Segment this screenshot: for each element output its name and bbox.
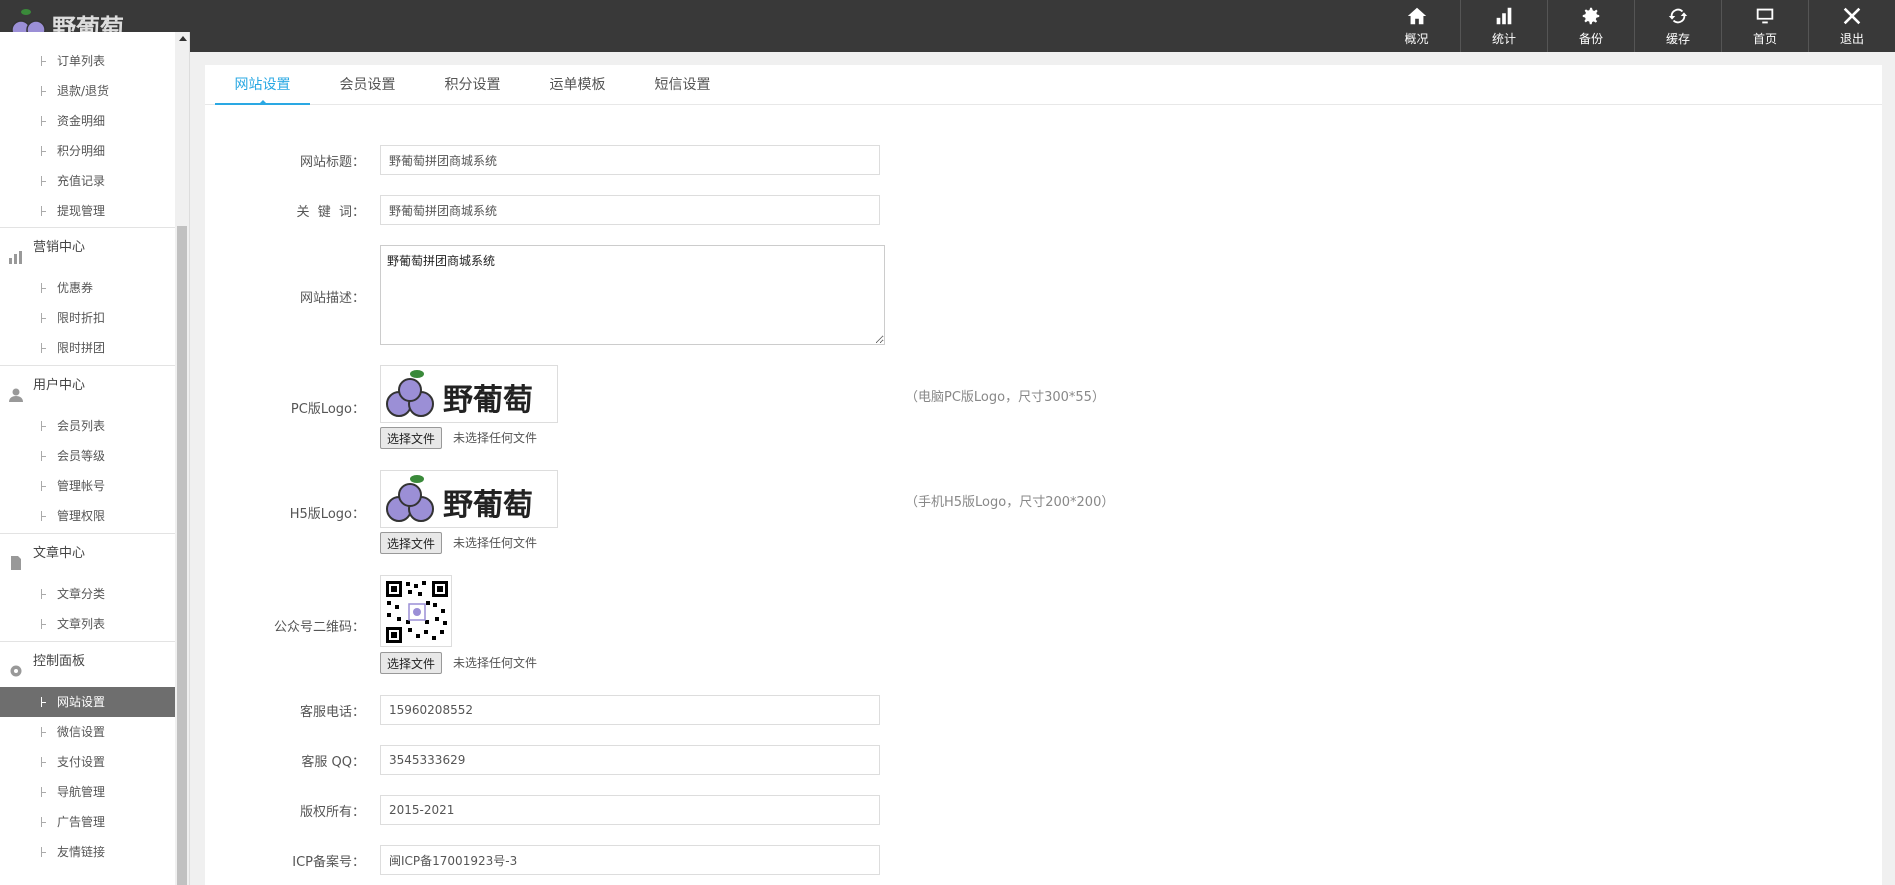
- pc-logo-hint: （电脑PC版Logo，尺寸300*55）: [905, 390, 1105, 405]
- sidebar-item-friend-links[interactable]: 友情链接: [0, 837, 175, 867]
- refresh-icon: [1668, 8, 1688, 24]
- gear-icon: [8, 655, 24, 677]
- copyright-input[interactable]: [380, 795, 880, 825]
- sidebar-item-recharge[interactable]: 充值记录: [0, 166, 175, 196]
- sidebar-item-article-list[interactable]: 文章列表: [0, 609, 175, 639]
- nav-homepage-button[interactable]: 首页: [1721, 0, 1808, 52]
- h5-logo-file-button[interactable]: 选择文件: [380, 532, 443, 554]
- sidebar-item-admin-accounts[interactable]: 管理帐号: [0, 471, 175, 501]
- qrcode-label: 公众号二维码：: [273, 620, 365, 635]
- tab-site-settings[interactable]: 网站设置: [215, 65, 310, 105]
- description-textarea[interactable]: 野葡萄拼团商城系统: [380, 245, 885, 345]
- sidebar-item-withdraw[interactable]: 提现管理: [0, 196, 175, 226]
- scroll-up-arrow-icon[interactable]: [179, 36, 187, 41]
- nav-backup-button[interactable]: 备份: [1547, 0, 1634, 52]
- service-phone-input[interactable]: [380, 695, 880, 725]
- service-qq-label: 客服 QQ：: [301, 755, 365, 770]
- nav-stats-button[interactable]: 统计: [1460, 0, 1547, 52]
- sidebar-item-permissions[interactable]: 管理权限: [0, 501, 175, 531]
- pc-logo-preview: 野葡萄: [380, 365, 558, 423]
- nav-cache-label: 缓存: [1665, 32, 1690, 46]
- sidebar-item-payment-settings[interactable]: 支付设置: [0, 747, 175, 777]
- sidebar-item-refund[interactable]: 退款/退货: [0, 76, 175, 106]
- tab-waybill-template[interactable]: 运单模板: [530, 65, 625, 105]
- main-panel: 网站设置 会员设置 积分设置 运单模板 短信设置 网站标题： 关 键 词： 网站…: [205, 65, 1882, 885]
- sidebar-item-site-settings[interactable]: 网站设置: [0, 687, 175, 717]
- nav-homepage-label: 首页: [1752, 32, 1777, 46]
- site-title-input[interactable]: [380, 145, 880, 175]
- sidebar-item-group-buy[interactable]: 限时拼团: [0, 333, 175, 363]
- bar-chart-icon: [1496, 7, 1512, 25]
- icp-label: ICP备案号：: [292, 855, 365, 870]
- nav-logout-label: 退出: [1839, 32, 1864, 46]
- sidebar-group-articles[interactable]: 文章中心: [0, 533, 175, 573]
- close-icon: [1843, 7, 1861, 25]
- keywords-input[interactable]: [380, 195, 880, 225]
- sidebar-item-wechat-settings[interactable]: 微信设置: [0, 717, 175, 747]
- nav-logout-button[interactable]: 退出: [1808, 0, 1895, 52]
- copyright-label: 版权所有：: [299, 805, 365, 820]
- service-phone-label: 客服电话：: [299, 705, 365, 720]
- h5-logo-file-status: 未选择任何文件: [453, 536, 538, 550]
- user-icon: [8, 379, 24, 402]
- document-icon: [8, 547, 24, 570]
- sidebar-item-member-level[interactable]: 会员等级: [0, 441, 175, 471]
- sidebar-item-member-list[interactable]: 会员列表: [0, 411, 175, 441]
- icp-input[interactable]: [380, 845, 880, 875]
- qrcode-preview: [380, 575, 452, 647]
- qrcode-file-status: 未选择任何文件: [453, 656, 538, 670]
- service-qq-input[interactable]: [380, 745, 880, 775]
- sidebar-item-order-list[interactable]: 订单列表: [0, 46, 175, 76]
- description-label: 网站描述：: [299, 291, 365, 306]
- chart-icon: [8, 241, 24, 264]
- sidebar-group-marketing[interactable]: 营销中心: [0, 227, 175, 267]
- h5-logo-preview: 野葡萄: [380, 470, 558, 528]
- svg-text:野葡萄: 野葡萄: [443, 488, 533, 523]
- monitor-icon: [1756, 8, 1774, 24]
- sidebar-item-ads[interactable]: 广告管理: [0, 807, 175, 837]
- scrollbar-thumb[interactable]: [177, 226, 187, 885]
- nav-cache-button[interactable]: 缓存: [1634, 0, 1721, 52]
- tab-points-settings[interactable]: 积分设置: [425, 65, 520, 105]
- qrcode-file-button[interactable]: 选择文件: [380, 652, 443, 674]
- settings-tabs: 网站设置 会员设置 积分设置 运单模板 短信设置: [205, 65, 1882, 105]
- sidebar-item-coupons[interactable]: 优惠券: [0, 273, 175, 303]
- sidebar-group-users[interactable]: 用户中心: [0, 365, 175, 405]
- top-nav: 概况 统计 备份 缓存 首页 退出: [1373, 0, 1895, 52]
- pc-logo-label: PC版Logo：: [290, 402, 365, 417]
- sidebar-group-control-panel[interactable]: 控制面板: [0, 641, 175, 681]
- sidebar-scrollbar[interactable]: [175, 32, 189, 885]
- tab-member-settings[interactable]: 会员设置: [320, 65, 415, 105]
- sidebar-item-navigation[interactable]: 导航管理: [0, 777, 175, 807]
- nav-overview-label: 概况: [1404, 32, 1429, 46]
- sidebar-item-article-category[interactable]: 文章分类: [0, 579, 175, 609]
- sidebar-group-label: 文章中心: [33, 546, 86, 561]
- tab-sms-settings[interactable]: 短信设置: [635, 65, 730, 105]
- h5-logo-hint: （手机H5版Logo，尺寸200*200）: [905, 495, 1115, 510]
- sidebar-group-label: 控制面板: [33, 654, 86, 669]
- nav-backup-label: 备份: [1578, 32, 1603, 46]
- pc-logo-file-button[interactable]: 选择文件: [380, 427, 443, 449]
- keywords-label: 关 键 词：: [296, 205, 365, 220]
- sidebar-group-label: 用户中心: [33, 378, 86, 393]
- site-title-label: 网站标题：: [299, 155, 365, 170]
- sidebar-item-discount[interactable]: 限时折扣: [0, 303, 175, 333]
- sidebar-item-funds[interactable]: 资金明细: [0, 106, 175, 136]
- sidebar-group-label: 营销中心: [33, 240, 86, 255]
- gear-icon: [1582, 7, 1600, 25]
- pc-logo-file-status: 未选择任何文件: [453, 431, 538, 445]
- nav-overview-button[interactable]: 概况: [1373, 0, 1460, 52]
- nav-stats-label: 统计: [1491, 32, 1516, 46]
- home-icon: [1407, 7, 1426, 25]
- h5-logo-label: H5版Logo：: [289, 507, 365, 522]
- sidebar-item-points[interactable]: 积分明细: [0, 136, 175, 166]
- svg-text:野葡萄: 野葡萄: [443, 383, 533, 418]
- sidebar: 订单列表 退款/退货 资金明细 积分明细 充值记录 提现管理 营销中心 优惠券 …: [0, 32, 190, 885]
- top-bar: 野葡萄 概况 统计 备份 缓存 首页 退出: [0, 0, 1895, 52]
